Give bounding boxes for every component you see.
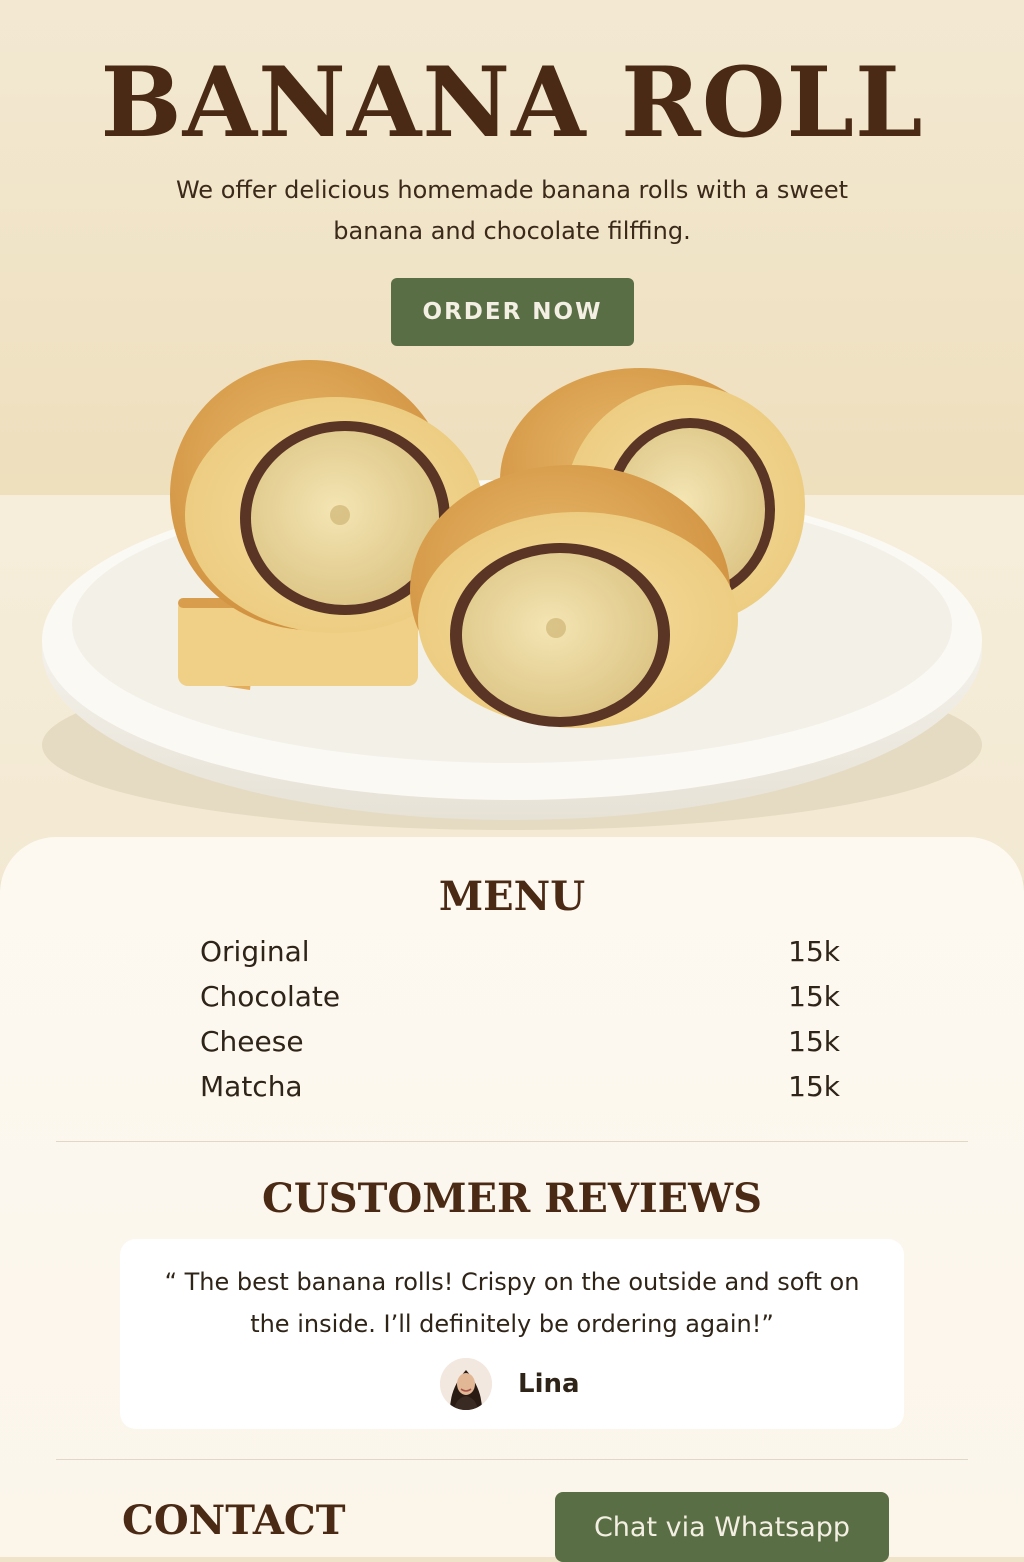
menu-title: MENU	[438, 873, 586, 920]
menu-item-name: Cheese	[200, 1025, 304, 1058]
menu-item-price: 15k	[788, 935, 840, 968]
menu-list: Original 15k Chocolate 15k Cheese 15k Ma…	[200, 929, 840, 1109]
menu-item: Matcha 15k	[200, 1064, 840, 1109]
review-quote: “ The best banana rolls! Crispy on the o…	[164, 1268, 860, 1338]
menu-item-price: 15k	[788, 980, 840, 1013]
hero-section: BANANA ROLL We offer delicious homemade …	[0, 0, 1024, 880]
banana-roll-photo	[42, 360, 982, 830]
whatsapp-button[interactable]: Chat via Whatsapp	[555, 1492, 889, 1562]
order-now-button[interactable]: ORDER NOW	[391, 278, 634, 346]
menu-item-name: Matcha	[200, 1070, 303, 1103]
section-divider	[56, 1459, 968, 1460]
menu-item-name: Chocolate	[200, 980, 341, 1013]
menu-item-price: 15k	[788, 1070, 840, 1103]
reviews-title: CUSTOMER REVIEWS	[262, 1175, 762, 1222]
reviewer: Lina	[440, 1357, 580, 1411]
menu-item: Cheese 15k	[200, 1019, 840, 1064]
menu-item-price: 15k	[788, 1025, 840, 1058]
page-title: BANANA ROLL	[100, 46, 924, 159]
menu-item: Original 15k	[200, 929, 840, 974]
hero-subtitle: We offer delicious homemade banana rolls…	[175, 176, 849, 245]
menu-item: Chocolate 15k	[200, 974, 840, 1019]
avatar-portrait-icon	[440, 1358, 492, 1410]
review-card: “ The best banana rolls! Crispy on the o…	[120, 1239, 904, 1429]
avatar	[440, 1358, 492, 1410]
menu-item-name: Original	[200, 935, 310, 968]
reviewer-name: Lina	[518, 1369, 580, 1399]
section-divider	[56, 1141, 968, 1142]
content-card: MENU Original 15k Chocolate 15k Cheese 1…	[0, 837, 1024, 1562]
contact-title: CONTACT	[122, 1497, 346, 1544]
